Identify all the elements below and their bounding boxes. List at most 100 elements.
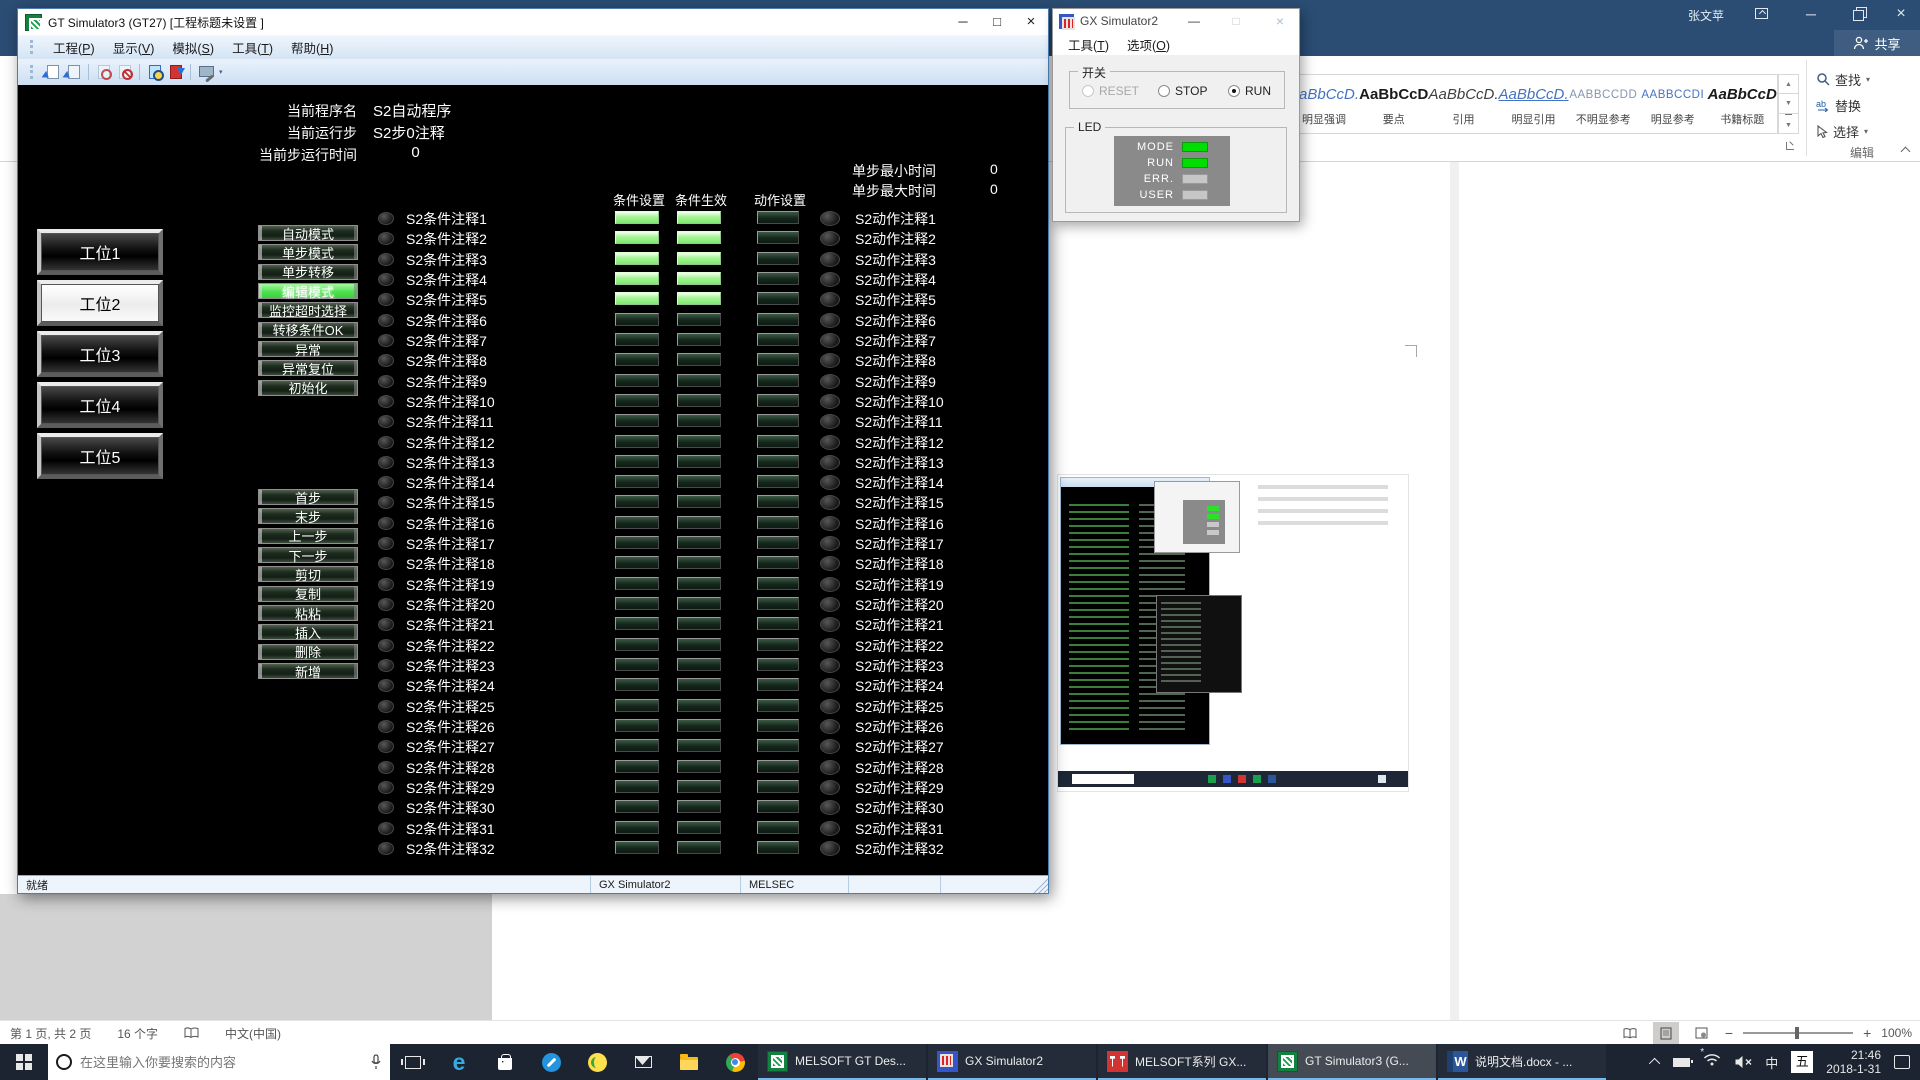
quick-launch-slot[interactable] <box>712 1044 758 1080</box>
gt-menu-item-4[interactable]: 工具(T) <box>223 36 282 59</box>
find-button[interactable]: 查找▾ <box>1814 66 1910 92</box>
action-led <box>820 841 840 856</box>
condition-led <box>378 334 394 347</box>
save-project-icon[interactable] <box>64 63 83 81</box>
communication-icon[interactable] <box>166 63 185 81</box>
action-led <box>820 800 840 815</box>
gt-close-button[interactable]: × <box>1014 9 1048 34</box>
gx-menu-item-2[interactable]: 选项(O) <box>1118 33 1179 56</box>
gallery-scroll-up-button[interactable]: ▲ <box>1778 74 1799 94</box>
hmi-time-label: 单步最大时间 <box>852 181 936 201</box>
style-item-5[interactable]: AABBCCDD不明显参考 <box>1569 75 1638 133</box>
battery-icon[interactable] <box>1673 1058 1690 1067</box>
quick-launch-slot[interactable] <box>574 1044 620 1080</box>
gx-minimize-button[interactable]: — <box>1179 9 1209 33</box>
embedded-screenshot-image[interactable] <box>1057 474 1409 792</box>
mini-led <box>1207 506 1219 511</box>
language-indicator[interactable]: 中文(中国) <box>225 1025 281 1042</box>
quick-launch-slot[interactable] <box>390 1044 436 1080</box>
word-close-button[interactable]: × <box>1882 0 1920 28</box>
taskbar-app-4[interactable]: GT Simulator3 (G... <box>1268 1044 1436 1080</box>
style-item-7[interactable]: AaBbCcD书籍标题 <box>1708 75 1777 133</box>
zoom-slider-thumb[interactable] <box>1795 1027 1799 1039</box>
style-item-3[interactable]: AaBbCcD.引用 <box>1429 75 1499 133</box>
microphone-icon[interactable] <box>370 1054 382 1070</box>
taskbar-app-1[interactable]: MELSOFT GT Des... <box>758 1044 926 1080</box>
zoom-in-button[interactable]: + <box>1863 1025 1871 1041</box>
read-mode-button[interactable] <box>1617 1022 1643 1044</box>
gallery-more-button[interactable]: ▼ <box>1778 114 1799 134</box>
word-count[interactable]: 16 个字 <box>117 1025 158 1042</box>
ime-mode-indicator[interactable]: 五 <box>1791 1051 1813 1073</box>
action-comment-label: S2动作注释29 <box>855 778 944 798</box>
taskbar-app-2[interactable]: GX Simulator2 <box>928 1044 1096 1080</box>
resize-grip[interactable] <box>1032 876 1048 893</box>
zoom-slider[interactable] <box>1743 1032 1853 1034</box>
replace-button[interactable]: ab 替换 <box>1814 92 1910 118</box>
zoom-out-button[interactable]: − <box>1725 1025 1733 1041</box>
collapse-ribbon-button[interactable] <box>1898 142 1914 156</box>
quick-launch-slot[interactable] <box>620 1044 666 1080</box>
gt-titlebar[interactable]: GT Simulator3 (GT27) [工程标题未设置 ] ─ □ × <box>18 9 1048 35</box>
ribbon-display-options-button[interactable] <box>1742 0 1780 28</box>
gt-menu-item-1[interactable]: 工程(P) <box>44 36 104 59</box>
share-button[interactable]: 共享 <box>1834 30 1920 56</box>
word-restore-button[interactable] <box>1838 0 1876 28</box>
screen-preview-icon[interactable] <box>145 63 164 81</box>
svg-text:ab: ab <box>1816 99 1826 109</box>
start-button[interactable] <box>0 1044 48 1080</box>
hmi-row-30: S2条件注释30S2动作注释30 <box>18 797 1048 817</box>
gt-maximize-button[interactable]: □ <box>980 9 1014 34</box>
styles-dialog-launcher[interactable] <box>1786 142 1796 152</box>
style-item-2[interactable]: AaBbCcD要点 <box>1359 75 1428 133</box>
quick-launch-slot[interactable] <box>528 1044 574 1080</box>
condition-comment-label: S2条件注释23 <box>406 656 495 676</box>
open-project-icon[interactable] <box>43 63 62 81</box>
wifi-icon[interactable]: * <box>1703 1053 1721 1071</box>
gx-titlebar[interactable]: GX Simulator2 — □ × <box>1053 9 1299 33</box>
stop-simulation-icon[interactable] <box>115 63 134 81</box>
clock[interactable]: 21:46 2018-1-31 <box>1826 1048 1881 1076</box>
condition-active-indicator <box>677 414 721 427</box>
taskbar-search[interactable] <box>48 1044 390 1080</box>
web-layout-button[interactable] <box>1689 1022 1715 1044</box>
taskbar-app-5[interactable]: 说明文档.docx - ... <box>1438 1044 1606 1080</box>
radio-run[interactable]: RUN <box>1228 84 1271 98</box>
style-item-6[interactable]: AABBCCDI明显参考 <box>1638 75 1707 133</box>
proofing-icon[interactable] <box>184 1027 199 1040</box>
show-hidden-icons-button[interactable] <box>1649 1058 1660 1069</box>
led-lamp <box>1182 142 1208 152</box>
taskbar-app-3[interactable]: MELSOFT系列 GX... <box>1098 1044 1266 1080</box>
radio-stop[interactable]: STOP <box>1158 84 1207 98</box>
gt-menu-item-2[interactable]: 显示(V) <box>104 36 164 59</box>
gallery-scroll-down-button[interactable]: ▼ <box>1778 94 1799 114</box>
quick-launch-slot[interactable] <box>482 1044 528 1080</box>
action-led <box>820 678 840 693</box>
style-item-4[interactable]: AaBbCcD.明显引用 <box>1499 75 1569 133</box>
action-led <box>820 313 840 328</box>
page-indicator[interactable]: 第 1 页, 共 2 页 <box>10 1025 91 1042</box>
volume-muted-icon[interactable] <box>1734 1055 1752 1069</box>
word-minimize-button[interactable]: ─ <box>1792 0 1830 28</box>
condition-comment-label: S2条件注释24 <box>406 676 495 696</box>
toolbar-overflow-icon[interactable]: ▾ <box>219 68 223 76</box>
quick-launch-slot[interactable] <box>666 1044 712 1080</box>
zoom-level[interactable]: 100% <box>1881 1026 1912 1040</box>
quick-launch-slot[interactable]: e <box>436 1044 482 1080</box>
action-center-button[interactable] <box>1894 1055 1910 1069</box>
user-name[interactable]: 张文苹 <box>1688 7 1724 24</box>
print-disabled-icon[interactable] <box>94 63 113 81</box>
condition-set-indicator <box>615 780 659 793</box>
gt-menu-item-5[interactable]: 帮助(H) <box>282 36 342 59</box>
gt-menu-item-3[interactable]: 模拟(S) <box>163 36 223 59</box>
style-sample: AaBbCcD <box>1708 83 1777 109</box>
search-input[interactable] <box>80 1055 362 1070</box>
ime-language-indicator[interactable]: 中 <box>1765 1053 1778 1072</box>
print-layout-button[interactable] <box>1653 1022 1679 1044</box>
select-button[interactable]: 选择▾ <box>1814 118 1910 144</box>
gt-minimize-button[interactable]: ─ <box>946 9 980 34</box>
option-setup-icon[interactable] <box>196 63 215 81</box>
gx-menu-item-1[interactable]: 工具(T) <box>1059 33 1118 56</box>
condition-set-indicator <box>615 353 659 366</box>
gx-close-button[interactable]: × <box>1265 9 1295 33</box>
